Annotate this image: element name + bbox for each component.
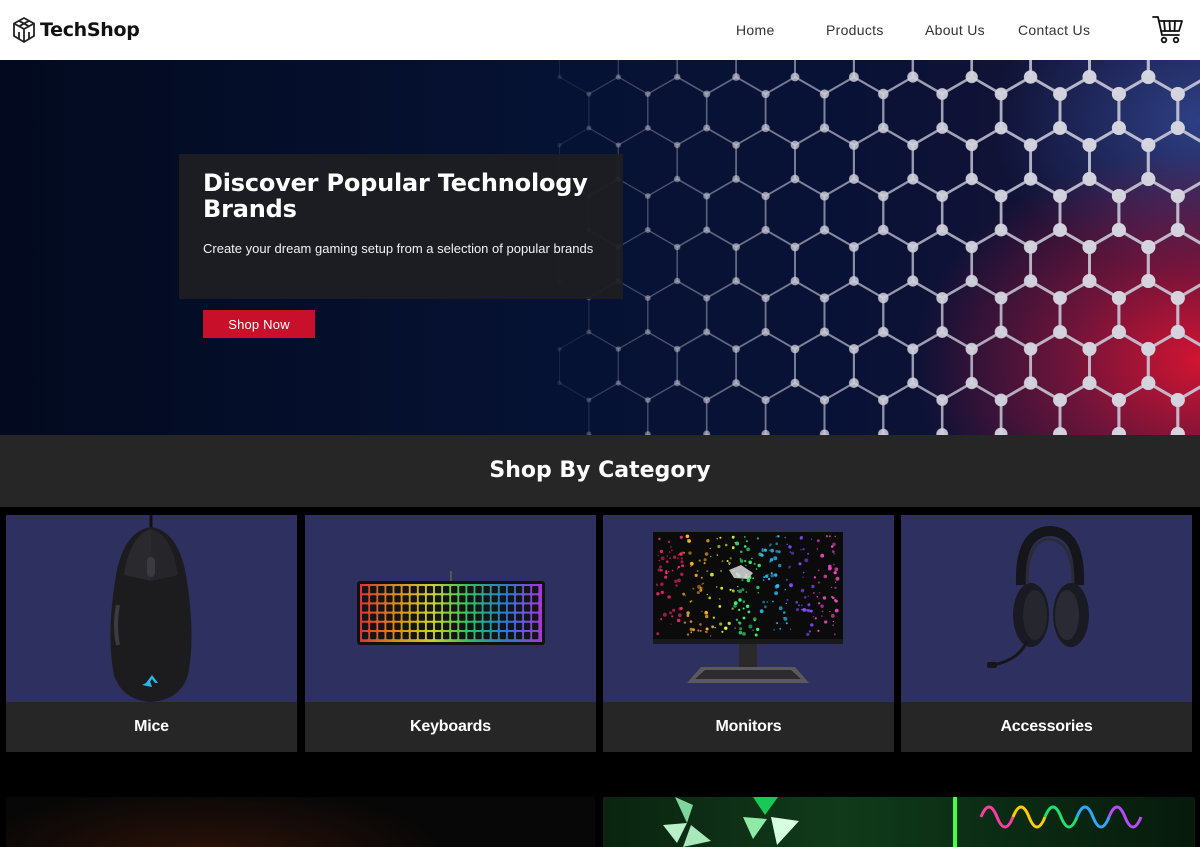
headset-image: [987, 525, 1089, 668]
monitor-image: [653, 532, 843, 683]
category-label-mice: Mice: [6, 702, 297, 752]
rgb-keyboard-image: [357, 571, 545, 645]
brand-name: TechShop: [40, 19, 140, 41]
rgb-lighting-image: [663, 797, 1143, 847]
category-label-keyboards: Keyboards: [305, 702, 596, 752]
nav-link-products[interactable]: Products: [826, 22, 884, 38]
category-section-header: Shop By Category: [0, 435, 1200, 507]
nav-link-home[interactable]: Home: [736, 22, 775, 38]
hero-banner: Discover Popular Technology Brands Creat…: [0, 60, 1200, 435]
nav-link-contact-us[interactable]: Contact Us: [1018, 22, 1090, 38]
promo-tile-right[interactable]: [603, 797, 1195, 847]
navbar: TechShop Home Products About Us Contact …: [0, 0, 1200, 60]
logo-icon: [13, 17, 35, 43]
hero-subtitle: Create your dream gaming setup from a se…: [203, 241, 594, 256]
category-heading: Shop By Category: [489, 457, 711, 483]
shop-now-button[interactable]: Shop Now: [203, 310, 315, 338]
hero-text-panel: Discover Popular Technology Brands Creat…: [179, 154, 623, 299]
category-card-accessories[interactable]: Accessories: [901, 515, 1192, 752]
hero-title: Discover Popular Technology Brands: [203, 169, 588, 223]
category-card-monitors[interactable]: Monitors: [603, 515, 894, 752]
promo-tile-left[interactable]: [6, 797, 595, 847]
nav-link-about-us[interactable]: About Us: [925, 22, 985, 38]
category-card-keyboards[interactable]: Keyboards: [305, 515, 596, 752]
category-label-monitors: Monitors: [603, 702, 894, 752]
category-label-accessories: Accessories: [901, 702, 1192, 752]
category-card-mice[interactable]: Mice: [6, 515, 297, 752]
cart-icon[interactable]: [1152, 14, 1184, 46]
brand-logo[interactable]: TechShop: [11, 16, 140, 44]
gaming-mouse-image: [110, 515, 192, 702]
